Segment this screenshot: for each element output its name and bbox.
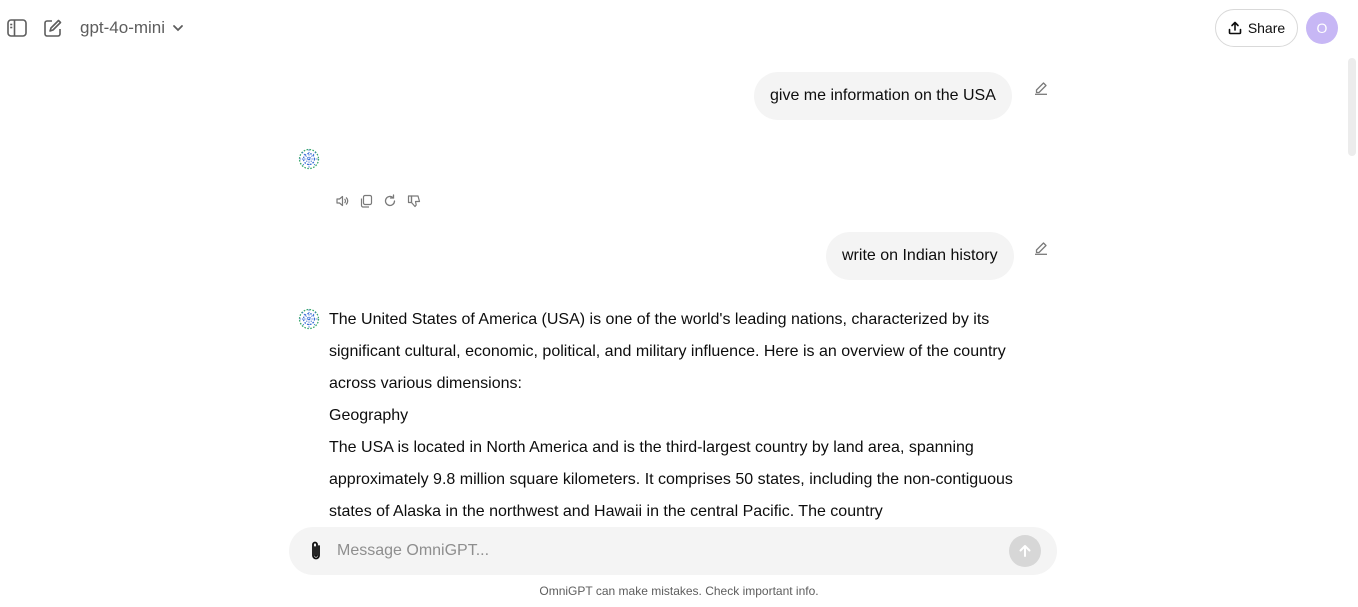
share-button[interactable]: Share [1215, 9, 1298, 47]
disclaimer: OmniGPT can make mistakes. Check importa… [539, 584, 819, 598]
user-message: write on Indian history [826, 232, 1014, 280]
refresh-icon[interactable] [382, 193, 398, 209]
user-message-text: write on Indian history [842, 247, 998, 264]
model-name: gpt-4o-mini [80, 18, 166, 37]
chevron-down-icon [173, 25, 183, 32]
speaker-icon[interactable] [334, 193, 350, 209]
share-label: Share [1247, 20, 1286, 36]
message-composer [289, 527, 1057, 575]
sidebar-toggle-icon[interactable] [3, 14, 31, 42]
model-selector[interactable]: gpt-4o-mini [80, 16, 185, 40]
user-message-text: give me information on the USA [770, 87, 996, 104]
arrow-up-icon [1019, 545, 1031, 557]
upload-icon [1228, 21, 1242, 35]
avatar-initial: O [1316, 20, 1328, 36]
message-actions [334, 193, 422, 209]
assistant-logo-icon [298, 308, 320, 330]
scrollbar[interactable] [1347, 56, 1357, 526]
scrollbar-thumb[interactable] [1348, 58, 1356, 156]
assistant-logo-icon [298, 148, 320, 170]
send-button[interactable] [1009, 535, 1041, 567]
new-chat-icon[interactable] [39, 14, 67, 42]
assistant-message: The United States of America (USA) is on… [329, 304, 1054, 528]
pencil-icon[interactable] [1033, 80, 1049, 96]
thumbs-down-icon[interactable] [406, 193, 422, 209]
message-input[interactable] [337, 537, 997, 565]
answer-paragraph: The USA is located in North America and … [329, 439, 1013, 520]
answer-paragraph: The United States of America (USA) is on… [329, 311, 1006, 392]
top-bar: gpt-4o-mini Share O [0, 0, 1358, 56]
paperclip-icon[interactable] [305, 539, 327, 563]
user-avatar[interactable]: O [1306, 12, 1338, 44]
pencil-icon[interactable] [1033, 240, 1049, 256]
answer-heading: Geography [329, 407, 409, 424]
copy-icon[interactable] [358, 193, 374, 209]
user-message: give me information on the USA [754, 72, 1012, 120]
